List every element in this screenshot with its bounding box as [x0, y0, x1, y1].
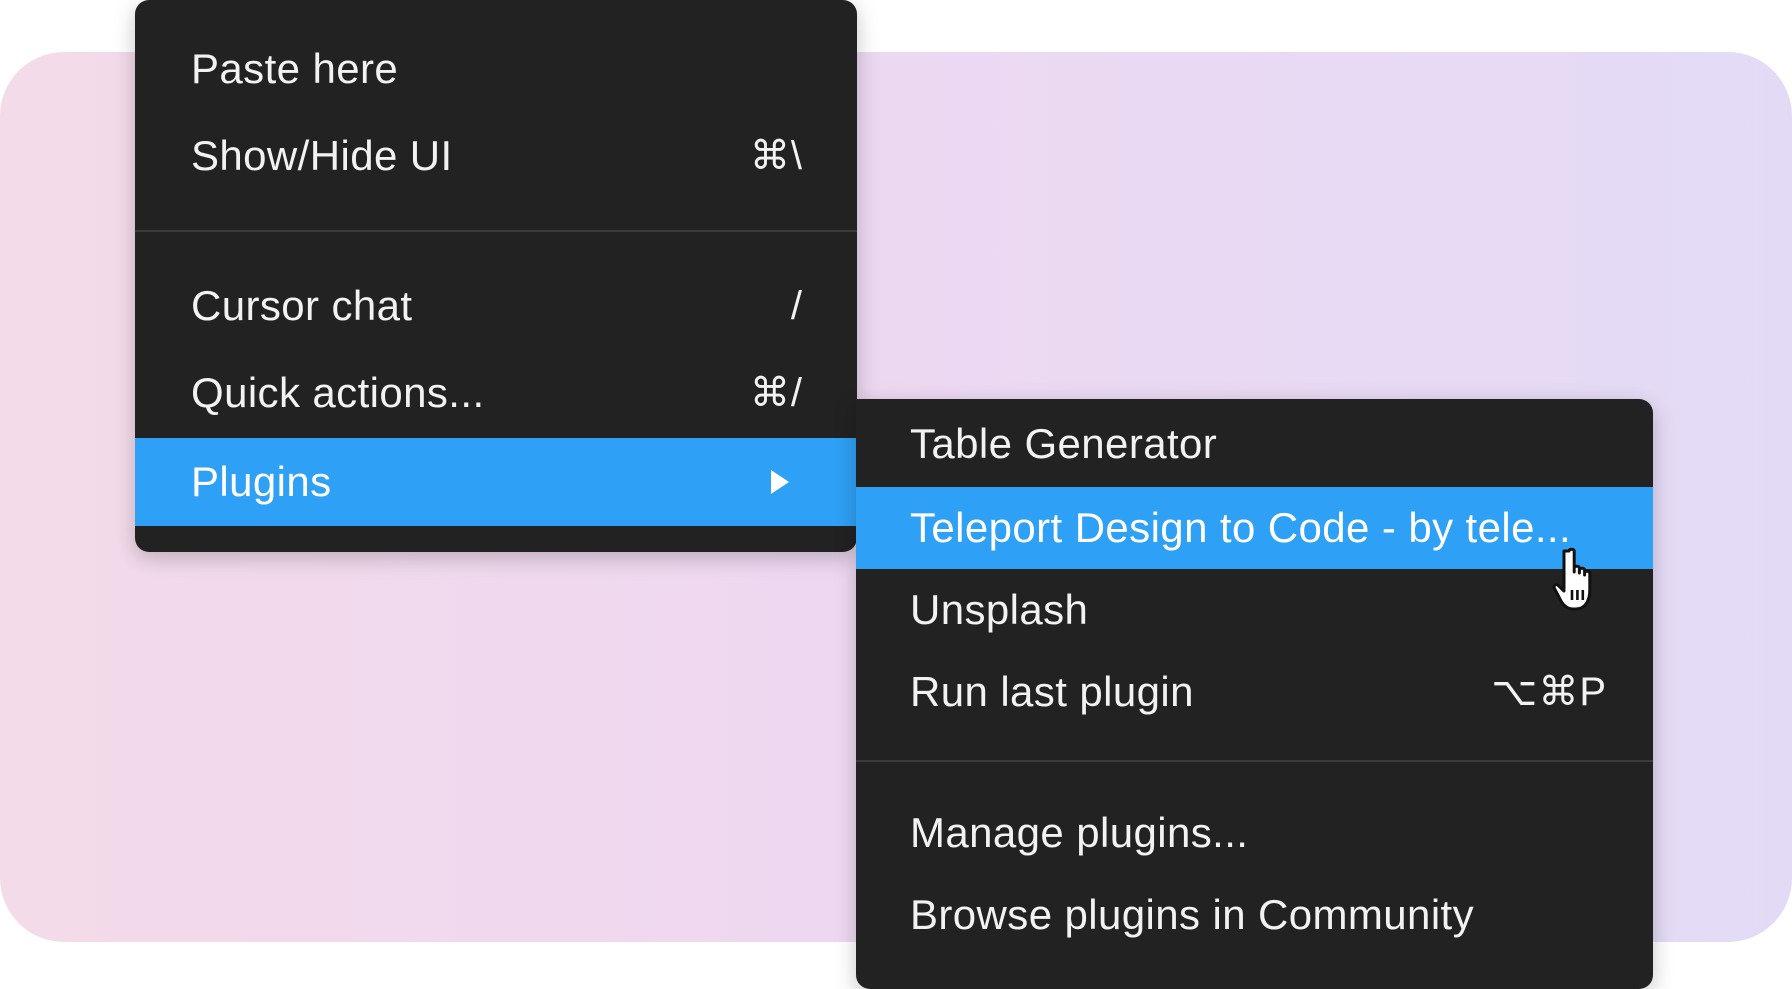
- menu-item-quick-actions[interactable]: Quick actions... ⌘/: [135, 351, 857, 435]
- menu-item-label: Quick actions...: [191, 369, 485, 416]
- submenu-item-teleport-design-to-code[interactable]: Teleport Design to Code - by tele...: [856, 487, 1653, 569]
- menu-item-paste-here[interactable]: Paste here: [135, 27, 857, 111]
- shortcut-label: ⌘/: [749, 371, 803, 415]
- menu-item-label: Plugins: [191, 458, 332, 505]
- submenu-item-manage-plugins[interactable]: Manage plugins...: [856, 792, 1653, 874]
- shortcut-label: /: [790, 283, 803, 328]
- submenu-item-label: Manage plugins...: [910, 809, 1249, 856]
- submenu-item-table-generator[interactable]: Table Generator: [856, 403, 1653, 485]
- shortcut-label: ⌥⌘P: [1491, 670, 1607, 714]
- submenu-item-label: Run last plugin: [910, 668, 1194, 715]
- menu-item-label: Paste here: [191, 45, 399, 92]
- menu-item-show-hide-ui[interactable]: Show/Hide UI ⌘\: [135, 114, 857, 198]
- menu-item-cursor-chat[interactable]: Cursor chat /: [135, 264, 857, 348]
- submenu-item-label: Browse plugins in Community: [910, 891, 1475, 938]
- plugins-submenu: Table Generator Teleport Design to Code …: [856, 399, 1653, 989]
- triangle-right-icon: [771, 470, 789, 494]
- submenu-item-label: Unsplash: [910, 586, 1089, 633]
- menu-item-label: Cursor chat: [191, 282, 413, 329]
- menu-item-plugins[interactable]: Plugins: [135, 438, 857, 526]
- submenu-item-label: Teleport Design to Code - by tele...: [910, 504, 1572, 551]
- menu-divider: [135, 230, 857, 232]
- shortcut-label: ⌘\: [749, 134, 803, 178]
- submenu-item-label: Table Generator: [910, 420, 1218, 467]
- submenu-item-run-last-plugin[interactable]: Run last plugin ⌥⌘P: [856, 651, 1653, 733]
- context-menu: Paste here Show/Hide UI ⌘\ Cursor chat /…: [135, 0, 857, 552]
- submenu-divider: [856, 760, 1653, 762]
- hand-pointer-icon: [1552, 547, 1592, 611]
- menu-item-label: Show/Hide UI: [191, 132, 453, 179]
- submenu-item-browse-plugins-in-community[interactable]: Browse plugins in Community: [856, 874, 1653, 956]
- submenu-item-unsplash[interactable]: Unsplash: [856, 569, 1653, 651]
